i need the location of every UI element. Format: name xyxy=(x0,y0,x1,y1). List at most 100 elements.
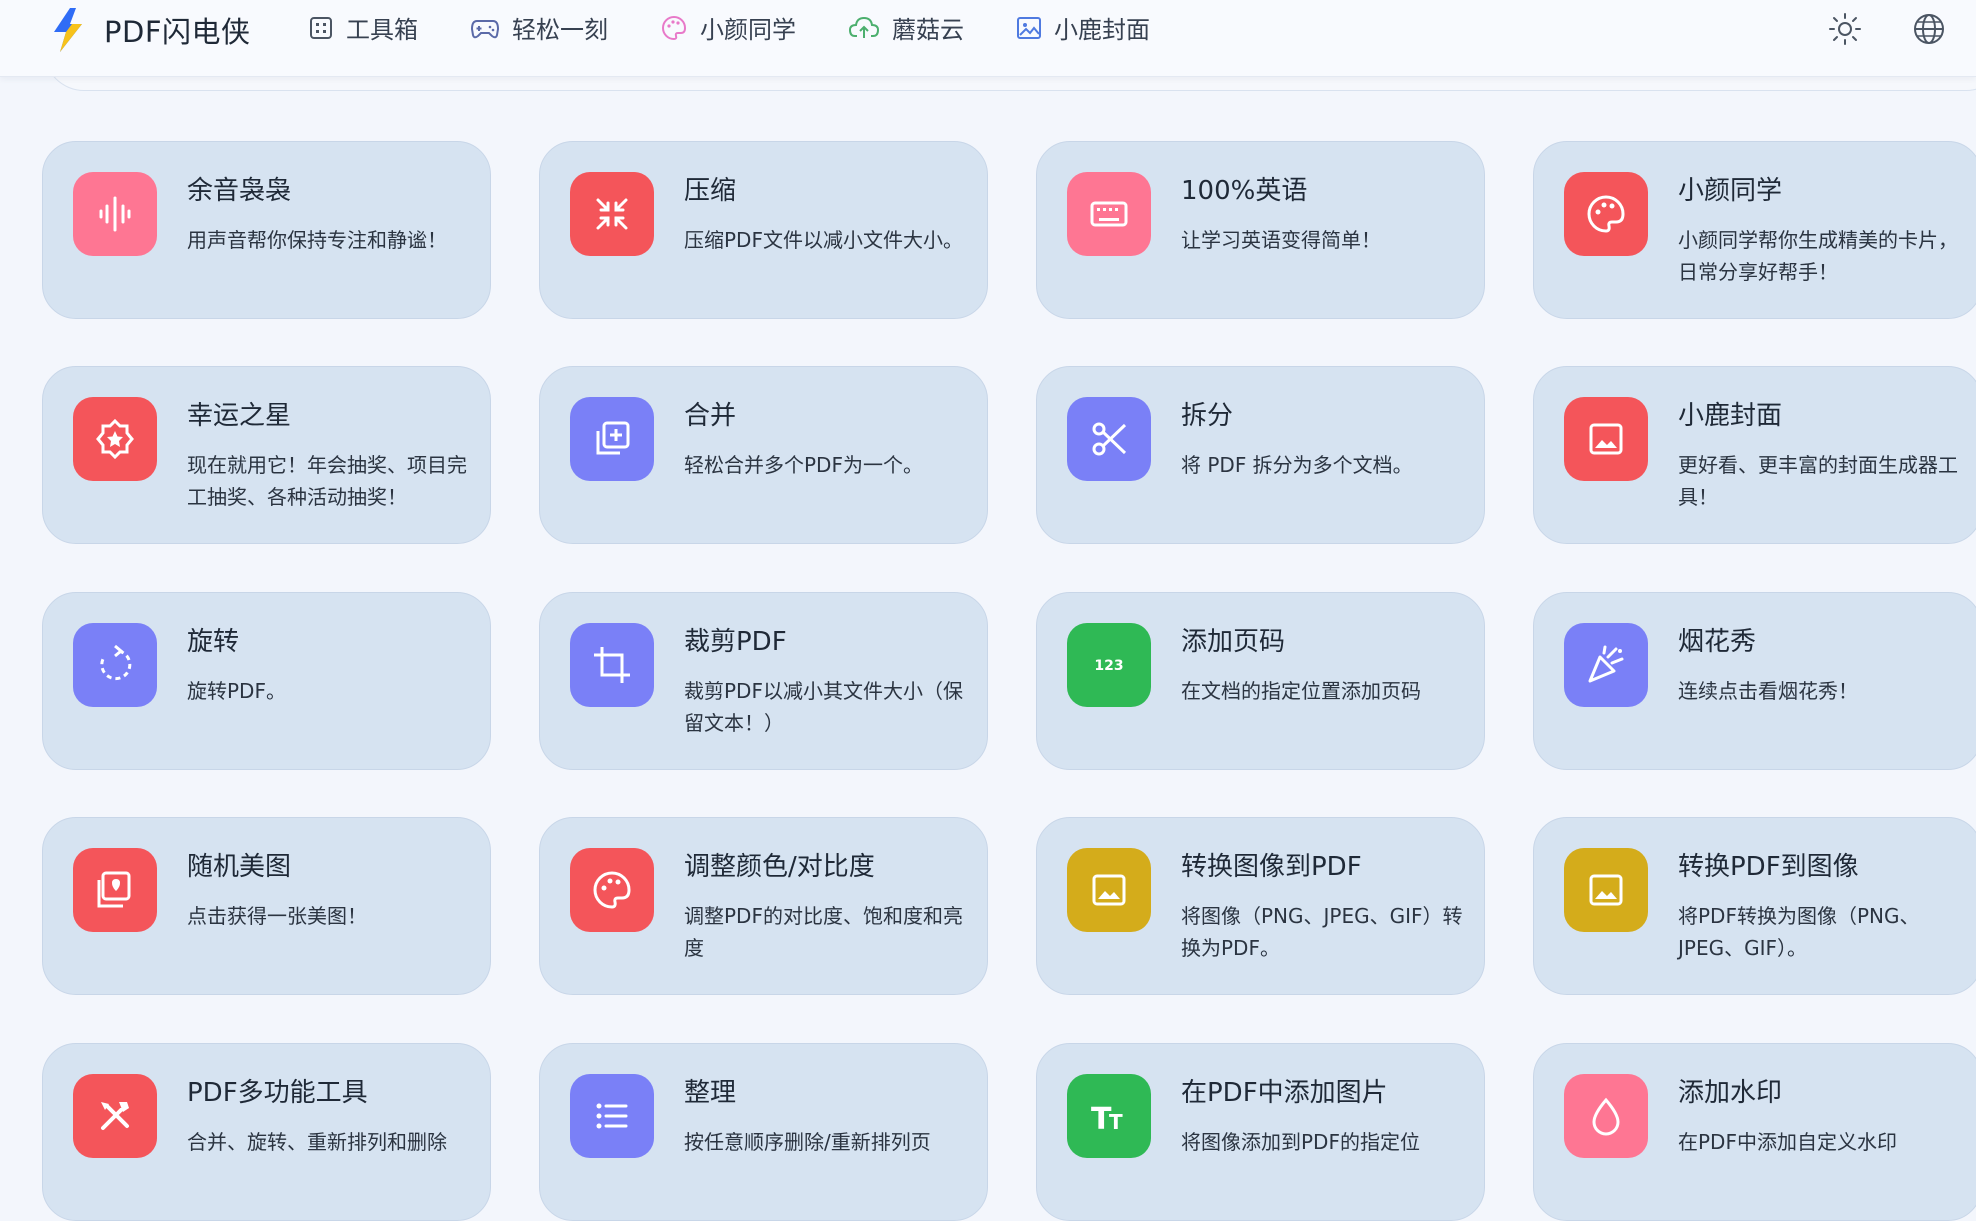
list-icon xyxy=(596,1103,628,1129)
tool-icon-tile xyxy=(570,172,654,256)
nav-item-relax[interactable]: 轻松一刻 xyxy=(470,10,608,45)
tool-description: 让学习英语变得简单！ xyxy=(1181,228,1381,252)
tool-card-random-image[interactable]: 随机美图 点击获得一张美图！ xyxy=(42,817,491,995)
sound-wave-icon xyxy=(99,196,131,232)
nav-item-toolbox[interactable]: 工具箱 xyxy=(308,10,418,45)
tool-title: 小颜同学 xyxy=(1678,176,1783,206)
tool-title: 添加页码 xyxy=(1181,627,1286,657)
crop-icon xyxy=(594,647,630,683)
tool-description: 将PDF转换为图像（PNG、JPEG、GIF）。 xyxy=(1678,904,1920,960)
tool-title: 裁剪PDF xyxy=(684,627,787,657)
nav-item-xiaolu-cover[interactable]: 小鹿封面 xyxy=(1016,10,1150,45)
tool-card-fireworks[interactable]: 烟花秀 连续点击看烟花秀！ xyxy=(1533,592,1976,770)
globe-icon[interactable] xyxy=(1912,12,1946,50)
tool-card-xiaolu-cover[interactable]: 小鹿封面 更好看、更丰富的封面生成器工具！ xyxy=(1533,366,1976,544)
tool-card-add-image[interactable]: T T 在PDF中添加图片 将图像添加到PDF的指定位 xyxy=(1036,1043,1485,1221)
tool-description: 按任意顺序删除/重新排列页 xyxy=(684,1130,931,1154)
palette-icon xyxy=(593,871,631,909)
tool-icon-tile xyxy=(73,172,157,256)
tool-title: 压缩 xyxy=(684,176,737,206)
tool-card-compress[interactable]: 压缩 压缩PDF文件以减小文件大小。 xyxy=(539,141,988,319)
image-icon xyxy=(1092,874,1126,906)
app-name: PDF闪电侠 xyxy=(104,15,251,49)
tool-icon-tile: 123 xyxy=(1067,623,1151,707)
top-navigation-bar: PDF闪电侠 工具箱 轻松一刻 小颜同学 蘑菇云 小鹿封面 xyxy=(0,0,1976,77)
tool-title: PDF多功能工具 xyxy=(187,1078,368,1108)
tool-title: 幸运之星 xyxy=(187,401,292,431)
sun-icon[interactable] xyxy=(1828,12,1862,50)
nav-item-xiaoyan[interactable]: 小颜同学 xyxy=(660,10,796,45)
svg-text:123: 123 xyxy=(1094,658,1123,674)
tool-title: 余音袅袅 xyxy=(187,176,292,206)
tool-icon-tile xyxy=(570,623,654,707)
tool-description: 连续点击看烟花秀！ xyxy=(1678,679,1858,703)
keyboard-icon xyxy=(1090,201,1128,227)
tool-description: 裁剪PDF以减小其文件大小（保留文本！） xyxy=(684,679,963,735)
tool-icon-tile xyxy=(1564,1074,1648,1158)
droplet-icon xyxy=(1592,1097,1620,1136)
tool-icon-tile xyxy=(73,623,157,707)
cloud-upload-icon xyxy=(848,16,880,38)
app-logo[interactable]: PDF闪电侠 xyxy=(46,6,251,54)
nav-label: 蘑菇云 xyxy=(892,16,964,44)
text-size-icon: T T xyxy=(1091,1102,1123,1137)
tool-card-image-to-pdf[interactable]: 转换图像到PDF 将图像（PNG、JPEG、GIF）转换为PDF。 xyxy=(1036,817,1485,995)
tool-card-multi-tool[interactable]: PDF多功能工具 合并、旋转、重新排列和删除 xyxy=(42,1043,491,1221)
tool-icon-tile xyxy=(1067,172,1151,256)
tool-icon-tile xyxy=(73,1074,157,1158)
tool-card-watermark[interactable]: 添加水印 在PDF中添加自定义水印 xyxy=(1533,1043,1976,1221)
nav-item-mogu-cloud[interactable]: 蘑菇云 xyxy=(848,10,964,45)
tool-description: 旋转PDF。 xyxy=(187,679,286,703)
tool-card-ambient-sound[interactable]: 余音袅袅 用声音帮你保持专注和静谧！ xyxy=(42,141,491,319)
tool-title: 烟花秀 xyxy=(1678,627,1757,657)
tool-icon-tile xyxy=(1564,397,1648,481)
tool-icon-tile xyxy=(73,397,157,481)
tool-icon-tile xyxy=(1564,623,1648,707)
tool-description: 调整PDF的对比度、饱和度和亮度 xyxy=(684,904,963,960)
tool-title: 转换图像到PDF xyxy=(1181,852,1362,882)
tool-card-merge[interactable]: 合并 轻松合并多个PDF为一个。 xyxy=(539,366,988,544)
tool-card-split[interactable]: 拆分 将 PDF 拆分为多个文档。 xyxy=(1036,366,1485,544)
svg-text:T: T xyxy=(1109,1110,1123,1134)
tool-card-xiaoyan[interactable]: 小颜同学 小颜同学帮你生成精美的卡片，日常分享好帮手！ xyxy=(1533,141,1976,319)
tool-card-adjust-colors[interactable]: 调整颜色/对比度 调整PDF的对比度、饱和度和亮度 xyxy=(539,817,988,995)
merge-icon xyxy=(596,421,630,455)
tool-title: 调整颜色/对比度 xyxy=(684,852,875,882)
tool-description: 更好看、更丰富的封面生成器工具！ xyxy=(1678,453,1958,509)
tool-icon-tile xyxy=(73,848,157,932)
image-icon xyxy=(1017,16,1041,39)
tool-icon-tile xyxy=(570,1074,654,1158)
tool-card-pdf-to-image[interactable]: 转换PDF到图像 将PDF转换为图像（PNG、JPEG、GIF）。 xyxy=(1533,817,1976,995)
tool-card-crop[interactable]: 裁剪PDF 裁剪PDF以减小其文件大小（保留文本！） xyxy=(539,592,988,770)
image-stack-icon xyxy=(97,871,131,908)
tool-icon-tile xyxy=(1564,848,1648,932)
tool-title: 100%英语 xyxy=(1181,176,1308,206)
image-icon xyxy=(1589,874,1623,906)
tool-title: 合并 xyxy=(684,401,737,431)
main-nav: 工具箱 轻松一刻 小颜同学 蘑菇云 小鹿封面 xyxy=(308,10,1202,45)
tool-description: 压缩PDF文件以减小文件大小。 xyxy=(684,228,963,252)
rotate-icon xyxy=(100,644,132,681)
tools-icon xyxy=(101,1102,129,1130)
tool-description: 点击获得一张美图！ xyxy=(187,904,367,928)
tool-card-rotate[interactable]: 旋转 旋转PDF。 xyxy=(42,592,491,770)
tool-title: 添加水印 xyxy=(1678,1078,1783,1108)
lightning-logo-icon xyxy=(54,8,82,52)
tool-description: 将 PDF 拆分为多个文档。 xyxy=(1181,453,1413,477)
tool-icon-tile xyxy=(1067,397,1151,481)
tool-card-lucky-star[interactable]: 幸运之星 现在就用它！年会抽奖、项目完工抽奖、各种活动抽奖！ xyxy=(42,366,491,544)
tool-description: 现在就用它！年会抽奖、项目完工抽奖、各种活动抽奖！ xyxy=(187,453,467,509)
tool-description: 在文档的指定位置添加页码 xyxy=(1181,679,1421,703)
tool-card-english[interactable]: 100%英语 让学习英语变得简单！ xyxy=(1036,141,1485,319)
tool-card-page-numbers[interactable]: 123 添加页码 在文档的指定位置添加页码 xyxy=(1036,592,1485,770)
gamepad-icon xyxy=(470,19,500,38)
tool-description: 轻松合并多个PDF为一个。 xyxy=(684,453,923,477)
compress-icon xyxy=(596,198,628,230)
tool-title: 在PDF中添加图片 xyxy=(1181,1078,1388,1108)
tool-icon-tile xyxy=(570,397,654,481)
tool-description: 用声音帮你保持专注和静谧！ xyxy=(187,228,447,252)
tool-description: 小颜同学帮你生成精美的卡片，日常分享好帮手！ xyxy=(1678,228,1958,284)
tool-card-organize[interactable]: 整理 按任意顺序删除/重新排列页 xyxy=(539,1043,988,1221)
tool-title: 旋转 xyxy=(187,627,240,657)
nav-label: 小颜同学 xyxy=(700,16,796,44)
